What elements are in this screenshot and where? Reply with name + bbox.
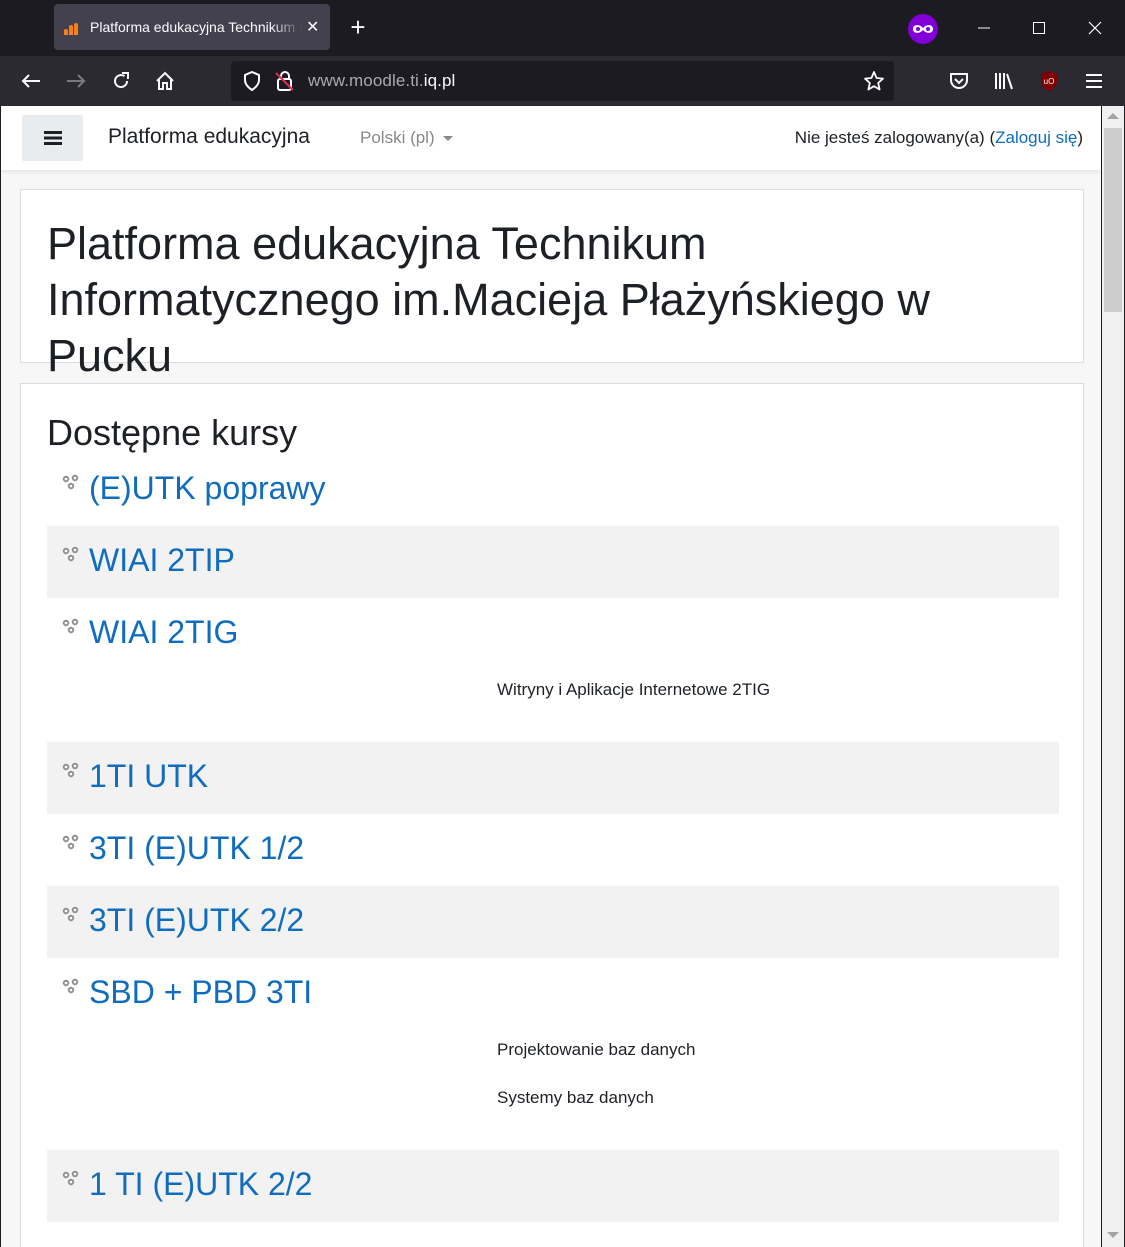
course-item: 1 TI (E)UTK 2/2 <box>47 1150 1059 1222</box>
course-link[interactable]: WIAI 2TIG <box>89 614 238 651</box>
page-title: Platforma edukacyjna Technikum Informaty… <box>47 218 930 381</box>
login-info: Nie jesteś zalogowany(a) (Zaloguj się) <box>795 128 1083 148</box>
login-link[interactable]: Zaloguj się <box>995 128 1077 147</box>
course-link[interactable]: WIAI 2TIP <box>89 542 235 579</box>
course-summary: Projektowanie baz danych <box>497 1040 696 1059</box>
app-menu-icon[interactable] <box>1078 65 1110 97</box>
course-icon <box>61 978 83 996</box>
course-link[interactable]: SBD + PBD 3TI <box>89 974 312 1011</box>
course-icon <box>61 834 83 852</box>
course-summary: Systemy baz danych <box>497 1088 654 1107</box>
ublock-origin-icon[interactable]: uO <box>1033 65 1065 97</box>
course-icon <box>61 474 83 492</box>
close-window-icon[interactable] <box>1078 12 1112 44</box>
page-viewport: Platforma edukacyjna Polski ‎(pl)‎ Nie j… <box>1 106 1101 1247</box>
scroll-down-arrow-icon[interactable] <box>1107 1232 1119 1238</box>
caret-down-icon <box>442 136 453 142</box>
home-icon[interactable] <box>149 65 181 97</box>
course-item: (E)UTK poprawy <box>47 454 1059 526</box>
course-item: 1TI UTK <box>47 742 1059 814</box>
language-menu[interactable]: Polski ‎(pl)‎ <box>360 128 453 148</box>
course-item: WIAI 2TIG Witryny i Aplikacje Internetowe… <box>47 598 1059 742</box>
course-icon <box>61 762 83 780</box>
course-link[interactable]: 1 TI (E)UTK 2/2 <box>89 1166 312 1203</box>
course-item: 3TI (E)UTK 2/2 <box>47 886 1059 958</box>
bookmark-star-icon[interactable] <box>863 70 885 97</box>
site-brand-link[interactable]: Platforma edukacyjna <box>108 125 310 149</box>
pocket-icon[interactable] <box>943 65 975 97</box>
course-icon <box>61 618 83 636</box>
insecure-lock-icon[interactable] <box>275 70 295 97</box>
course-item: 3TI (E)UTK 1/2 <box>47 814 1059 886</box>
available-courses-card: Dostępne kursy (E)UTK poprawy WIAI 2TIP WI… <box>20 383 1084 1247</box>
browser-toolbar: www.moodle.ti.iq.pl uO <box>0 56 1125 106</box>
tab-title: Platforma edukacyjna Technikum Informaty… <box>90 19 302 35</box>
site-title-card: Platforma edukacyjna Technikum Informaty… <box>20 189 1084 381</box>
vertical-scrollbar[interactable] <box>1102 106 1124 1247</box>
course-icon <box>61 906 83 924</box>
available-courses-heading: Dostępne kursy <box>47 412 298 453</box>
url-bar[interactable]: www.moodle.ti.iq.pl <box>231 61 894 101</box>
tab-close-icon[interactable]: ✕ <box>306 17 319 37</box>
reload-icon[interactable] <box>105 65 137 97</box>
tracking-protection-shield-icon[interactable] <box>243 70 261 96</box>
forward-arrow-icon[interactable] <box>60 65 92 97</box>
language-label: Polski ‎(pl)‎ <box>360 128 435 147</box>
svg-text:uO: uO <box>1044 77 1055 86</box>
hamburger-menu-icon <box>43 131 62 145</box>
maximize-window-icon[interactable] <box>1022 12 1056 44</box>
browser-tab[interactable]: Platforma edukacyjna Technikum Informaty… <box>54 4 330 50</box>
minimize-window-icon[interactable] <box>967 12 1001 44</box>
moodle-navbar: Platforma edukacyjna Polski ‎(pl)‎ Nie j… <box>1 106 1101 170</box>
course-link[interactable]: 3TI (E)UTK 2/2 <box>89 902 304 939</box>
url-text[interactable]: www.moodle.ti.iq.pl <box>308 71 455 91</box>
course-item: WIAI 2TIP <box>47 526 1059 598</box>
browser-titlebar: Platforma edukacyjna Technikum Informaty… <box>0 0 1125 56</box>
login-status-close: ) <box>1077 128 1083 147</box>
drawer-toggle-button[interactable] <box>22 115 83 161</box>
course-link[interactable]: 3TI (E)UTK 1/2 <box>89 830 304 867</box>
library-icon[interactable] <box>988 65 1020 97</box>
moodle-favicon-icon <box>64 19 84 35</box>
scrollbar-thumb[interactable] <box>1104 128 1122 312</box>
course-summary: Witryny i Aplikacje Internetowe 2TIG <box>497 680 771 699</box>
new-tab-plus-icon[interactable]: + <box>344 14 372 42</box>
course-link[interactable]: 1TI UTK <box>89 758 208 795</box>
course-item: SBD + PBD 3TI Projektowanie baz danych Sys… <box>47 958 1059 1150</box>
login-status-text: Nie jesteś zalogowany(a) ( <box>794 128 996 147</box>
course-icon <box>61 546 83 564</box>
scroll-up-arrow-icon[interactable] <box>1107 113 1119 119</box>
course-icon <box>61 1170 83 1188</box>
back-arrow-icon[interactable] <box>15 65 47 97</box>
private-browsing-mask-icon <box>908 14 938 44</box>
course-link[interactable]: (E)UTK poprawy <box>89 470 326 507</box>
